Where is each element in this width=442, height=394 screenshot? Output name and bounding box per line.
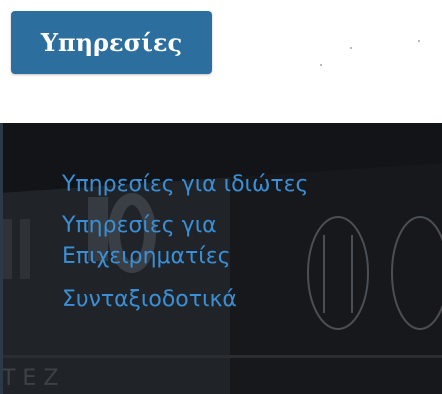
- menu-item: Υπηρεσίες για ιδιώτες: [62, 169, 422, 200]
- services-menu-list: Υπηρεσίες για ιδιώτες Υπηρεσίες για Επιχ…: [62, 169, 422, 315]
- menu-item: Συνταξιοδοτικά: [62, 284, 422, 315]
- panel-left-edge: [0, 123, 3, 394]
- menu-item: Υπηρεσίες για Επιχειρηματίες: [62, 210, 282, 272]
- page: Υπηρεσίες Τ Ε Ζ Υπηρεσίες για ιδιώτες Υπ…: [0, 0, 442, 394]
- services-menu-panel: Τ Ε Ζ Υπηρεσίες για ιδιώτες Υπηρεσίες γι…: [0, 123, 442, 394]
- menu-link-pensions[interactable]: Συνταξιοδοτικά: [62, 284, 422, 315]
- menu-link-businesses[interactable]: Υπηρεσίες για Επιχειρηματίες: [62, 210, 282, 272]
- svg-text:Τ Ε Ζ: Τ Ε Ζ: [1, 366, 58, 391]
- stray-pixel: [320, 64, 322, 66]
- stray-pixel: [418, 40, 420, 42]
- stray-pixel: [350, 47, 352, 49]
- menu-link-individuals[interactable]: Υπηρεσίες για ιδιώτες: [62, 169, 422, 200]
- services-button[interactable]: Υπηρεσίες: [11, 11, 212, 74]
